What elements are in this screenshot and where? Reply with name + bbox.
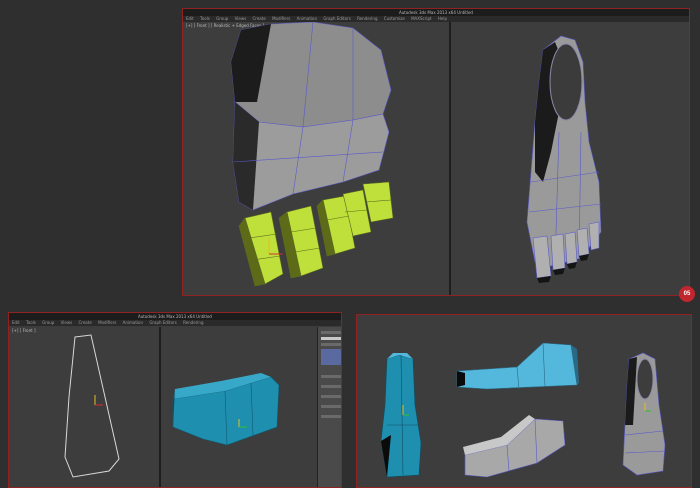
menu-bar-small: Edit Tools Group Views Create Modifiers … [9,320,341,326]
menu-views[interactable]: Views [61,320,73,325]
main-viewport-panel: Autodesk 3ds Max 2013 x64 Untitled Edit … [182,8,690,296]
app-title-bar-small: Autodesk 3ds Max 2013 x64 Untitled [9,313,341,320]
foot-model-progress [380,342,666,478]
menu-group[interactable]: Group [42,320,54,325]
menu-modifiers[interactable]: Modifiers [272,16,290,21]
menu-edit[interactable]: Edit [186,16,194,21]
foot-model-sole[interactable] [451,22,689,296]
viewport-left[interactable]: [+] [ Front ] [ Realistic + Edged Faces … [183,22,449,295]
foot-outline-spline[interactable] [9,327,159,488]
menu-edit[interactable]: Edit [12,320,20,325]
app-title-bar: Autodesk 3ds Max 2013 x64 Untitled [183,9,689,16]
menu-maxscript[interactable]: MAXScript [411,16,432,21]
command-panel[interactable] [317,327,341,487]
menu-graph-editors[interactable]: Graph Editors [149,320,176,325]
bottom-right-models-panel [356,314,692,488]
menu-rendering[interactable]: Rendering [357,16,377,21]
command-panel-row[interactable] [321,415,341,418]
menu-graph-editors[interactable]: Graph Editors [323,16,350,21]
menu-tools[interactable]: Tools [26,320,36,325]
viewport-outline[interactable]: [+] [ Front ] [9,327,159,487]
command-panel-row[interactable] [321,331,341,334]
command-panel-row[interactable] [321,337,341,340]
modifier-list-selected[interactable] [321,349,341,365]
menu-group[interactable]: Group [216,16,228,21]
bottom-left-viewport-panel: Autodesk 3ds Max 2013 x64 Untitled Edit … [8,312,342,488]
menu-modifiers[interactable]: Modifiers [98,320,116,325]
command-panel-row[interactable] [321,375,341,378]
command-panel-row[interactable] [321,343,341,346]
menu-animation[interactable]: Animation [297,16,317,21]
step-number-badge: 05 [679,286,695,302]
menu-create[interactable]: Create [79,320,92,325]
extruded-foot-block[interactable] [161,327,317,488]
viewport-right[interactable] [451,22,689,295]
menu-views[interactable]: Views [235,16,247,21]
menu-tools[interactable]: Tools [200,16,210,21]
command-panel-row[interactable] [321,405,341,408]
menu-help[interactable]: Help [438,16,447,21]
command-panel-row[interactable] [321,385,341,388]
foot-model-closeup[interactable] [183,22,449,296]
command-panel-row[interactable] [321,395,341,398]
menu-customize[interactable]: Customize [384,16,405,21]
menu-animation[interactable]: Animation [123,320,143,325]
menu-rendering[interactable]: Rendering [183,320,203,325]
menu-create[interactable]: Create [253,16,266,21]
viewport-extrude[interactable] [161,327,317,487]
